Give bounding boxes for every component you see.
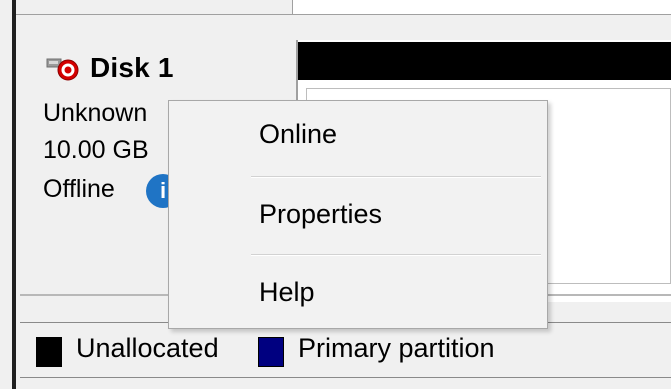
left-frame [0, 0, 16, 389]
menu-item-help[interactable]: Help [259, 277, 315, 308]
disk-management-view: Disk 1 Unknown 10.00 GB Offline i Unallo… [0, 0, 671, 389]
legend-swatch-primary-partition [258, 337, 284, 367]
legend-label-unallocated: Unallocated [76, 333, 219, 363]
disk-size: 10.00 GB [43, 136, 149, 164]
disk-type: Unknown [43, 99, 148, 127]
menu-separator [251, 176, 541, 178]
menu-separator [251, 254, 541, 256]
unallocated-bar [298, 42, 671, 80]
context-menu: Online Properties Help [168, 100, 548, 329]
offline-disk-icon [46, 58, 79, 81]
disk-title: Disk 1 [90, 52, 174, 83]
legend-swatch-unallocated [36, 337, 62, 367]
legend-label-primary-partition: Primary partition [298, 333, 495, 363]
disk-status: Offline [43, 175, 115, 203]
previous-disk-row [16, 0, 671, 15]
menu-item-online[interactable]: Online [259, 119, 337, 150]
previous-disk-volume [292, 0, 671, 14]
menu-item-properties[interactable]: Properties [259, 199, 382, 230]
